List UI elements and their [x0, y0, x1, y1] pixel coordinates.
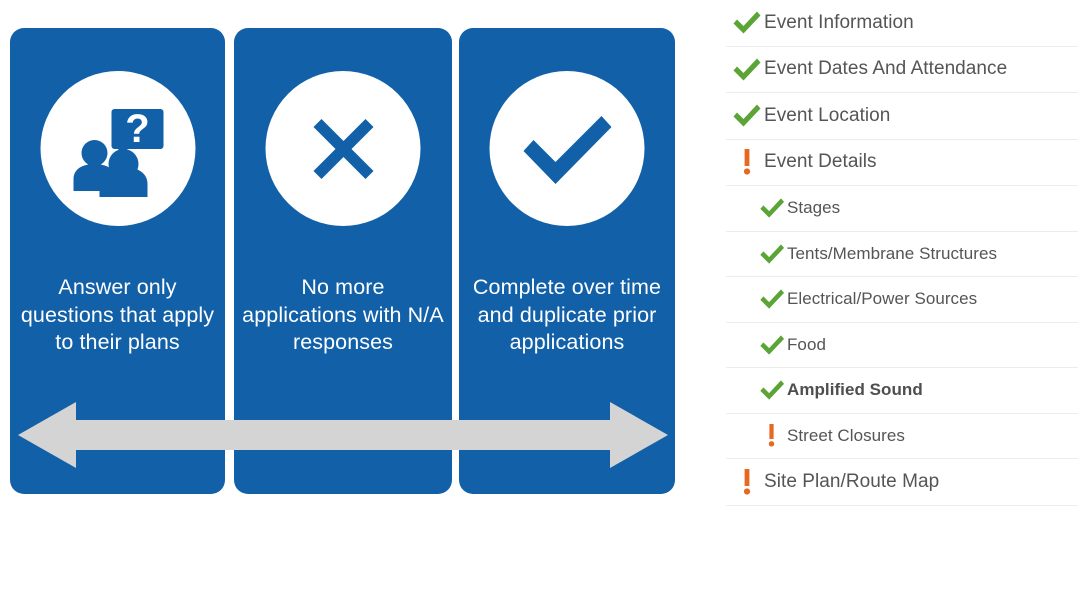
green-check-icon: [757, 288, 787, 310]
green-check-icon: [730, 57, 764, 82]
benefit-card-complete-over-time: Complete over time and duplicate prior a…: [459, 28, 675, 494]
checklist-item[interactable]: Event Information: [726, 0, 1078, 47]
checklist-item[interactable]: Event Details: [726, 140, 1078, 187]
checklist-item-label: Event Location: [764, 105, 890, 127]
orange-exclamation-icon: [730, 469, 764, 495]
checklist-item[interactable]: Food: [726, 323, 1078, 369]
benefit-card-text: No more applications with N/A responses: [242, 274, 444, 357]
checklist-item-label: Stages: [787, 198, 840, 218]
benefit-card-no-na: No more applications with N/A responses: [234, 28, 452, 494]
checklist-item-label: Street Closures: [787, 426, 905, 446]
green-check-icon: [757, 197, 787, 219]
checklist-item-label: Event Details: [764, 151, 877, 173]
people-question-icon: ?: [40, 71, 195, 226]
checklist-item[interactable]: Tents/Membrane Structures: [726, 232, 1078, 278]
checklist-item[interactable]: Event Location: [726, 93, 1078, 140]
checklist-item-label: Tents/Membrane Structures: [787, 244, 997, 264]
check-mark-icon: [490, 71, 645, 226]
checklist-item-label: Electrical/Power Sources: [787, 289, 977, 309]
green-check-icon: [757, 243, 787, 265]
svg-text:?: ?: [125, 107, 149, 151]
checklist-item[interactable]: Stages: [726, 186, 1078, 232]
checklist-item-label: Event Information: [764, 12, 914, 34]
benefit-card-text: Answer only questions that apply to thei…: [18, 274, 217, 357]
cross-x-icon: [266, 71, 421, 226]
checklist-item-label: Event Dates And Attendance: [764, 58, 1007, 80]
green-check-icon: [730, 103, 764, 128]
application-section-checklist: Event Information Event Dates And Attenda…: [726, 0, 1078, 506]
green-check-icon: [757, 379, 787, 401]
benefits-card-group: ? Answer only questions that apply to th…: [0, 0, 700, 590]
benefit-card-answer-only: ? Answer only questions that apply to th…: [10, 28, 225, 494]
green-check-icon: [730, 10, 764, 35]
checklist-item[interactable]: Amplified Sound: [726, 368, 1078, 414]
checklist-item-label: Site Plan/Route Map: [764, 471, 939, 493]
green-check-icon: [757, 334, 787, 356]
checklist-item-label: Amplified Sound: [787, 380, 923, 400]
orange-exclamation-icon: [757, 424, 787, 447]
benefit-card-text: Complete over time and duplicate prior a…: [467, 274, 667, 357]
orange-exclamation-icon: [730, 149, 764, 175]
checklist-item[interactable]: Event Dates And Attendance: [726, 47, 1078, 94]
checklist-item[interactable]: Site Plan/Route Map: [726, 459, 1078, 506]
checklist-item[interactable]: Street Closures: [726, 414, 1078, 460]
checklist-item-label: Food: [787, 335, 826, 355]
checklist-item[interactable]: Electrical/Power Sources: [726, 277, 1078, 323]
